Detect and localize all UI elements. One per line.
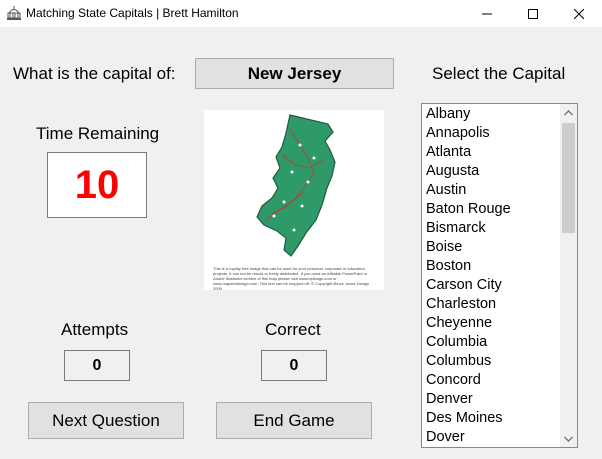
state-map-image: This is a royalty free image that can be… xyxy=(204,110,384,291)
list-item[interactable]: Boston xyxy=(426,257,556,276)
title-bar: Matching State Capitals | Brett Hamilton xyxy=(0,0,602,27)
time-remaining-label: Time Remaining xyxy=(36,124,160,143)
close-button[interactable] xyxy=(556,0,602,27)
state-name-display: New Jersey xyxy=(195,58,394,89)
correct-label: Correct xyxy=(265,320,321,339)
select-capital-label: Select the Capital xyxy=(432,64,566,83)
list-item[interactable]: Augusta xyxy=(426,162,556,181)
list-item[interactable]: Cheyenne xyxy=(426,314,556,333)
list-item[interactable]: Columbia xyxy=(426,333,556,352)
minimize-icon xyxy=(482,13,492,14)
list-item[interactable]: Des Moines xyxy=(426,409,556,428)
scroll-thumb[interactable] xyxy=(562,123,575,233)
list-item[interactable]: Dover xyxy=(426,428,556,447)
window-title: Matching State Capitals | Brett Hamilton xyxy=(26,6,239,20)
list-item[interactable]: Albany xyxy=(426,105,556,124)
minimize-button[interactable] xyxy=(464,0,510,27)
new-jersey-map xyxy=(256,114,336,257)
list-item[interactable]: Denver xyxy=(426,390,556,409)
list-item[interactable]: Bismarck xyxy=(426,219,556,238)
close-icon xyxy=(574,8,584,19)
list-item[interactable]: Carson City xyxy=(426,276,556,295)
chevron-down-icon xyxy=(564,436,573,442)
map-caption: This is a royalty free image that can be… xyxy=(213,266,370,291)
list-item[interactable]: Annapolis xyxy=(426,124,556,143)
capitol-building-icon xyxy=(6,5,22,21)
end-game-button[interactable]: End Game xyxy=(216,402,372,439)
question-prompt: What is the capital of: xyxy=(13,64,176,83)
maximize-icon xyxy=(528,8,538,19)
correct-count: 0 xyxy=(261,350,327,381)
list-item[interactable]: Charleston xyxy=(426,295,556,314)
attempts-label: Attempts xyxy=(61,320,129,339)
list-item[interactable]: Atlanta xyxy=(426,143,556,162)
scroll-up-button[interactable] xyxy=(560,104,577,121)
list-scrollbar[interactable] xyxy=(560,104,577,447)
attempts-count: 0 xyxy=(64,350,130,381)
list-item[interactable]: Boise xyxy=(426,238,556,257)
capital-listbox[interactable]: Albany Annapolis Atlanta Augusta Austin … xyxy=(421,103,578,448)
maximize-button[interactable] xyxy=(510,0,556,27)
timer-display: 10 xyxy=(47,152,147,218)
scroll-down-button[interactable] xyxy=(560,430,577,447)
chevron-up-icon xyxy=(564,109,573,115)
list-item[interactable]: Columbus xyxy=(426,352,556,371)
capital-list: Albany Annapolis Atlanta Augusta Austin … xyxy=(426,105,556,447)
list-item[interactable]: Austin xyxy=(426,181,556,200)
list-item[interactable]: Baton Rouge xyxy=(426,200,556,219)
next-question-button[interactable]: Next Question xyxy=(28,402,184,439)
list-item[interactable]: Concord xyxy=(426,371,556,390)
